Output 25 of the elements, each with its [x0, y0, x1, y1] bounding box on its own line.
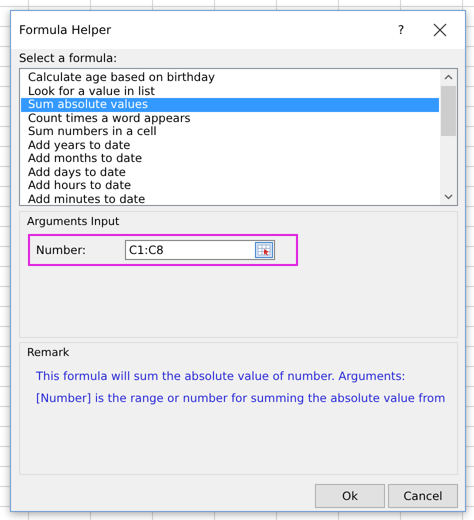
- list-item[interactable]: Calculate age based on birthday: [21, 71, 439, 84]
- input-field[interactable]: C1:C8: [125, 240, 275, 260]
- list-item[interactable]: Look for a value in list: [21, 84, 439, 98]
- list-item[interactable]: Add hours to date: [21, 179, 439, 192]
- formula-list[interactable]: [19, 68, 458, 206]
- list-item[interactable]: Add days to date: [21, 166, 439, 179]
- remark-text: This formula will sum the absolute value of number. Arguments:: [36, 369, 406, 383]
- list-item[interactable]: Add months to date: [21, 152, 439, 166]
- list-item[interactable]: Add minutes to date: [21, 192, 439, 205]
- help-button[interactable]: ?: [391, 23, 411, 37]
- range-picker-icon[interactable]: [255, 242, 273, 258]
- list-item[interactable]: Sum numbers in a cell: [21, 125, 439, 138]
- remark-text: [Number] is the range or number for summing the absolute value from: [36, 391, 446, 405]
- scroll-thumb[interactable]: [441, 86, 456, 136]
- field-label: Number:: [36, 243, 87, 257]
- group-title: Remark: [27, 346, 70, 359]
- list-item[interactable]: Add years to date: [21, 138, 439, 152]
- list-item[interactable]: Count times a word appears: [21, 112, 439, 125]
- cancel-button[interactable]: Cancel: [388, 484, 458, 508]
- window-title: Formula Helper: [19, 23, 112, 37]
- close-icon[interactable]: [433, 23, 447, 37]
- list-label: Select a formula:: [19, 51, 118, 65]
- scrollbar[interactable]: [440, 69, 457, 205]
- ok-button[interactable]: Ok: [315, 484, 385, 508]
- group-title: Arguments Input: [27, 215, 120, 228]
